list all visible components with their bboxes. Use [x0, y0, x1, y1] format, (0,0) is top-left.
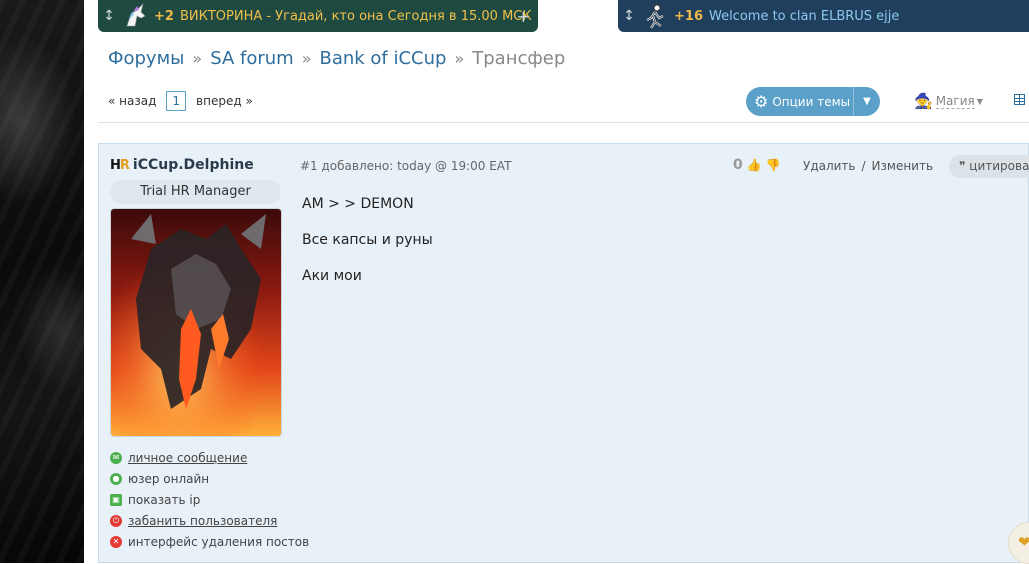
- bar-count: +2: [154, 8, 174, 24]
- monitor-icon: ▣: [110, 493, 122, 506]
- post-message: AM > > DEMON Все капсы и руны Аки мои: [302, 195, 433, 303]
- reorder-arrows-icon[interactable]: ↕: [618, 8, 640, 24]
- announcement-bar-clan[interactable]: ↕ +16 Welcome to clan ELBRUS ejje: [618, 0, 1029, 32]
- link-private-message[interactable]: ✉ личное сообщение: [110, 447, 309, 468]
- message-line: Все капсы и руны: [302, 232, 433, 248]
- close-icon: ✕: [110, 535, 122, 548]
- bar-title[interactable]: ВИКТОРИНА - Угадай, кто она Сегодня в 15…: [180, 9, 532, 24]
- breadcrumb-separator: »: [192, 49, 203, 68]
- mail-icon: ✉: [110, 451, 122, 464]
- quote-button[interactable]: ❞ цитировать: [949, 155, 1029, 178]
- breadcrumb-forums[interactable]: Форумы: [108, 48, 184, 69]
- unicorn-icon: [120, 1, 150, 31]
- page-number[interactable]: 1: [166, 91, 187, 111]
- bar-count: +16: [674, 8, 703, 24]
- author-name[interactable]: iCCup.Delphine: [133, 157, 254, 173]
- quote-label: цитировать: [969, 159, 1029, 173]
- link-label: юзер онлайн: [128, 471, 210, 486]
- user-online-status: ● юзер онлайн: [110, 468, 309, 489]
- breadcrumb-bank[interactable]: Bank of iCCup: [319, 48, 446, 69]
- table-view-icon[interactable]: [1014, 94, 1025, 105]
- link-label[interactable]: личное сообщение: [128, 451, 247, 465]
- post-meta: #1 добавлено: today @ 19:00 EAT: [300, 159, 512, 173]
- thumbs-down-icon[interactable]: 👎: [766, 158, 781, 172]
- author-links: ✉ личное сообщение ● юзер онлайн ▣ показать…: [110, 447, 309, 552]
- link-ban-user[interactable]: ⏻ забанить пользователя: [110, 510, 309, 531]
- background-artwork: [0, 0, 84, 563]
- divider: [98, 122, 1029, 123]
- reorder-arrows-icon[interactable]: ↕: [98, 8, 120, 24]
- breadcrumb-separator: »: [454, 49, 465, 68]
- online-icon: ●: [110, 472, 122, 485]
- add-icon[interactable]: +: [517, 7, 530, 26]
- post-votes: 0 👍 👎: [733, 157, 781, 173]
- thumbs-up-icon[interactable]: 👍: [747, 158, 762, 172]
- chevron-down-icon: ▼: [976, 96, 983, 106]
- breadcrumb: Форумы » SA forum » Bank of iCCup » Трансфер: [108, 48, 565, 69]
- avatar[interactable]: [110, 208, 282, 437]
- delete-post-link[interactable]: Удалить: [803, 159, 856, 173]
- link-delete-posts[interactable]: ✕ интерфейс удаления постов: [110, 531, 309, 552]
- message-line: Аки мои: [302, 268, 362, 284]
- next-page-link[interactable]: вперед »: [196, 94, 253, 108]
- bar-title[interactable]: Welcome to clan ELBRUS ejje: [709, 9, 899, 24]
- post-actions: Удалить / Изменить: [803, 159, 933, 173]
- quote-icon: ❞: [959, 159, 966, 173]
- breadcrumb-sa-forum[interactable]: SA forum: [210, 48, 294, 69]
- wizard-icon: 🧙: [914, 92, 933, 110]
- breadcrumb-separator: »: [301, 49, 312, 68]
- vote-count: 0: [733, 157, 743, 173]
- breadcrumb-current: Трансфер: [472, 48, 566, 69]
- link-label[interactable]: показать ip: [128, 493, 200, 507]
- message-line: AM > > DEMON: [302, 196, 414, 212]
- hr-badge-icon: HR: [110, 157, 130, 173]
- magic-menu[interactable]: 🧙 Магия ▼: [914, 92, 983, 110]
- prev-page-link[interactable]: « назад: [108, 94, 156, 108]
- runner-icon: [640, 1, 670, 31]
- post-author[interactable]: HR iCCup.Delphine: [110, 157, 254, 173]
- announcement-bar-quiz[interactable]: ↕ +2 ВИКТОРИНА - Угадай, кто она Сегодня…: [98, 0, 538, 32]
- link-label[interactable]: интерфейс удаления постов: [128, 535, 309, 549]
- edit-post-link[interactable]: Изменить: [872, 159, 934, 173]
- chevron-down-icon[interactable]: ▼: [853, 87, 880, 116]
- link-show-ip[interactable]: ▣ показать ip: [110, 489, 309, 510]
- link-label[interactable]: забанить пользователя: [128, 514, 277, 528]
- author-rank: Trial HR Manager: [110, 180, 281, 204]
- thread-options-label: Опции темы: [772, 94, 851, 109]
- thread-options-button[interactable]: ⚙ Опции темы ▼: [746, 87, 880, 116]
- heart-icon: ❤: [1018, 533, 1029, 551]
- gear-icon: ⚙: [754, 92, 769, 111]
- power-icon: ⏻: [110, 514, 122, 527]
- actions-separator: /: [861, 159, 866, 173]
- pagination: « назад 1 вперед »: [108, 91, 253, 111]
- magic-label: Магия: [935, 93, 975, 109]
